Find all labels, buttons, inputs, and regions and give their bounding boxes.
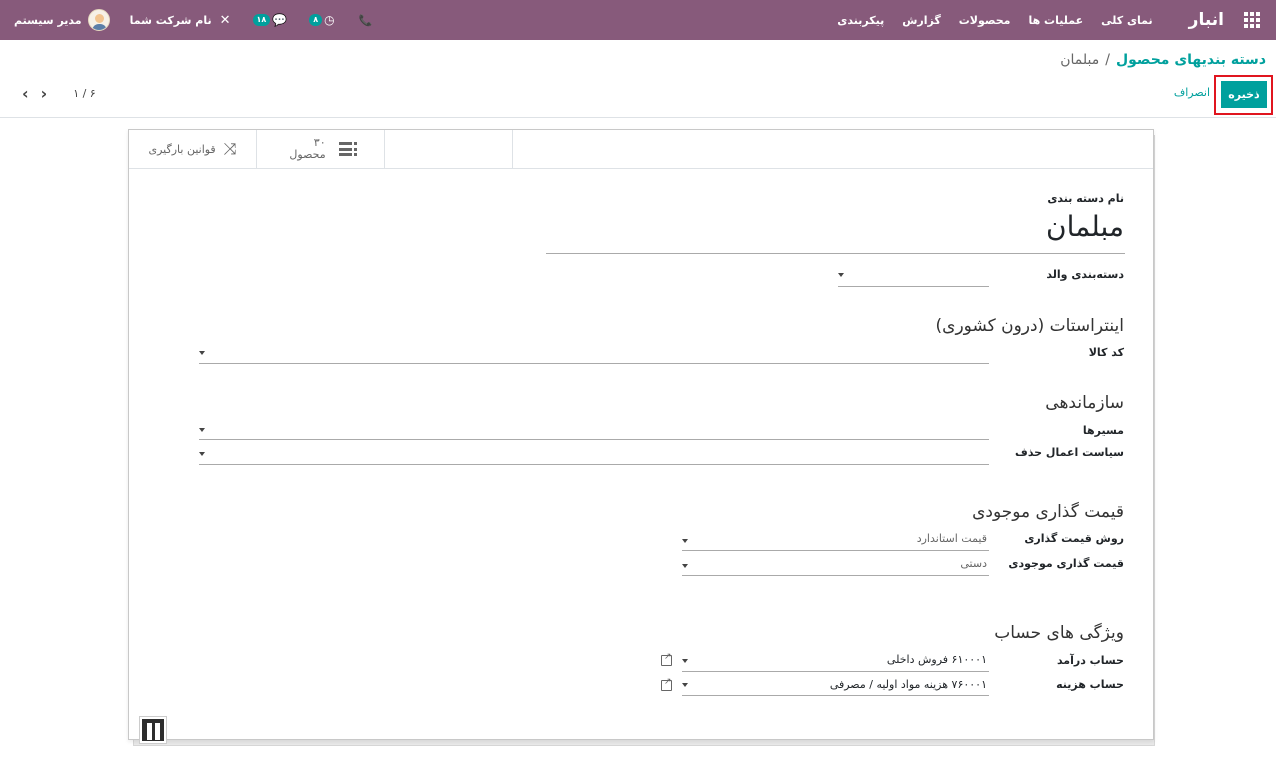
messages-badge: ۱۸ [252, 14, 271, 26]
inventory-valuation-dropdown-icon[interactable] [682, 564, 688, 568]
costing-method-label: روش قیمت گذاری [1024, 532, 1124, 545]
logo-mark-icon [140, 717, 166, 743]
products-label: محصول [289, 148, 326, 161]
valuation-section-title: قیمت گذاری موجودی [972, 502, 1124, 522]
inventory-valuation-value: دستی [960, 557, 987, 570]
commodity-code-label: کد کالا [1088, 346, 1124, 359]
breadcrumb-current: مبلمان [1060, 52, 1100, 68]
category-name-underline [546, 253, 1125, 254]
activities-badge: ۸ [309, 14, 323, 26]
expense-account-label: حساب هزینه [1056, 678, 1124, 691]
putaway-rules-label: قوانین بارگیری [148, 142, 216, 156]
commodity-code-dropdown-icon[interactable] [199, 351, 205, 355]
breadcrumb: دسته بندیهای محصول / مبلمان [1060, 52, 1266, 68]
list-icon [334, 142, 357, 156]
discard-button[interactable]: انصراف [1174, 86, 1210, 99]
removal-strategy-dropdown-icon[interactable] [199, 452, 205, 456]
removal-strategy-input[interactable] [199, 464, 989, 465]
income-account-external-link-icon[interactable] [661, 652, 672, 666]
removal-strategy-label: سیاست اعمال حذف [1015, 446, 1124, 459]
products-button[interactable]: ۳۰ محصول [257, 130, 513, 168]
watermark-logo [24, 712, 170, 760]
menu-operations[interactable]: عملیات ها [1028, 14, 1083, 27]
menu-reporting[interactable]: گزارش [902, 14, 941, 27]
user-menu[interactable]: مدیر سیستم [14, 9, 110, 31]
expense-account-external-link-icon[interactable] [661, 677, 672, 691]
user-name: مدیر سیستم [14, 13, 82, 27]
products-stat: ۳۰ محصول [289, 137, 325, 161]
inventory-valuation-label: قیمت گذاری موجودی [1008, 557, 1124, 570]
tools-icon: ✕ [219, 12, 231, 28]
button-box-divider [129, 168, 1153, 169]
logistics-section-title: سازماندهی [1045, 393, 1124, 413]
apps-grid-icon[interactable] [1244, 12, 1260, 28]
costing-method-dropdown-icon[interactable] [682, 539, 688, 543]
routes-dropdown-icon[interactable] [199, 428, 205, 432]
category-name-label: نام دسته بندی [1047, 192, 1124, 205]
pager: ‹ › ۱ / ۶ [22, 84, 96, 103]
account-section-title: ویژگی های حساب [994, 623, 1124, 643]
pager-previous-icon[interactable]: ‹ [22, 84, 29, 103]
pager-next-icon[interactable]: › [41, 84, 48, 103]
phone-icon[interactable]: 📞 [359, 14, 373, 27]
breadcrumb-parent[interactable]: دسته بندیهای محصول [1116, 52, 1266, 68]
expense-account-dropdown-icon[interactable] [682, 683, 688, 687]
income-account-dropdown-icon[interactable] [682, 659, 688, 663]
expense-account-value: ۷۶۰۰۰۱ هزینه مواد اولیه / مصرفی [829, 678, 987, 691]
income-account-label: حساب درآمد [1056, 654, 1124, 667]
parent-category-dropdown-icon[interactable] [838, 273, 844, 277]
clock-icon: ◷ [324, 13, 335, 27]
routes-label: مسیرها [1082, 424, 1124, 437]
breadcrumb-separator: / [1105, 52, 1110, 68]
expense-account-input[interactable] [682, 695, 989, 696]
shuffle-icon: ⤨ [223, 139, 237, 158]
pager-value[interactable]: ۱ / ۶ [73, 87, 96, 100]
chat-icon: 💬 [272, 13, 288, 27]
top-navbar: انبار نمای کلی عملیات ها محصولات گزارش پ… [0, 0, 1276, 40]
menu-products[interactable]: محصولات [959, 14, 1011, 27]
navbar-left: مدیر سیستم ✕ نام شرکت شما ۱۸ 💬 ۸ ◷ 📞 [14, 0, 372, 40]
costing-method-value: قیمت استاندارد [916, 532, 987, 545]
avatar [87, 9, 110, 31]
activity-menu[interactable]: ۸ ◷ [309, 13, 335, 27]
intrastat-section-title: اینتراستات (درون کشوری) [935, 316, 1124, 336]
routes-input[interactable] [199, 439, 989, 440]
control-panel: دسته بندیهای محصول / مبلمان ذخیره انصراف… [0, 40, 1276, 118]
app-brand[interactable]: انبار [1189, 10, 1224, 30]
company-switcher[interactable]: ✕ نام شرکت شما [130, 13, 231, 28]
income-account-input[interactable] [682, 671, 989, 672]
putaway-rules-button[interactable]: ⤨ قوانین بارگیری [129, 130, 257, 168]
income-account-value: ۶۱۰۰۰۱ فروش داخلی [886, 653, 987, 666]
form-sheet: ⤨ قوانین بارگیری ۳۰ محصول نام دسته بندی … [128, 129, 1154, 740]
menu-overview[interactable]: نمای کلی [1101, 14, 1153, 27]
messaging-menu[interactable]: ۱۸ 💬 [252, 13, 288, 27]
navbar-right: انبار نمای کلی عملیات ها محصولات گزارش پ… [819, 0, 1276, 40]
commodity-code-input[interactable] [199, 363, 989, 364]
save-button[interactable]: ذخیره [1221, 81, 1267, 108]
menu-configuration[interactable]: پیکربندی [837, 14, 884, 27]
costing-method-input[interactable] [682, 550, 989, 551]
parent-category-label: دسته‌بندی والد [1046, 268, 1124, 281]
category-name-input[interactable]: مبلمان [1046, 210, 1124, 243]
parent-category-input[interactable] [838, 286, 989, 287]
company-name: نام شرکت شما [129, 13, 212, 27]
inventory-valuation-input[interactable] [682, 575, 989, 576]
